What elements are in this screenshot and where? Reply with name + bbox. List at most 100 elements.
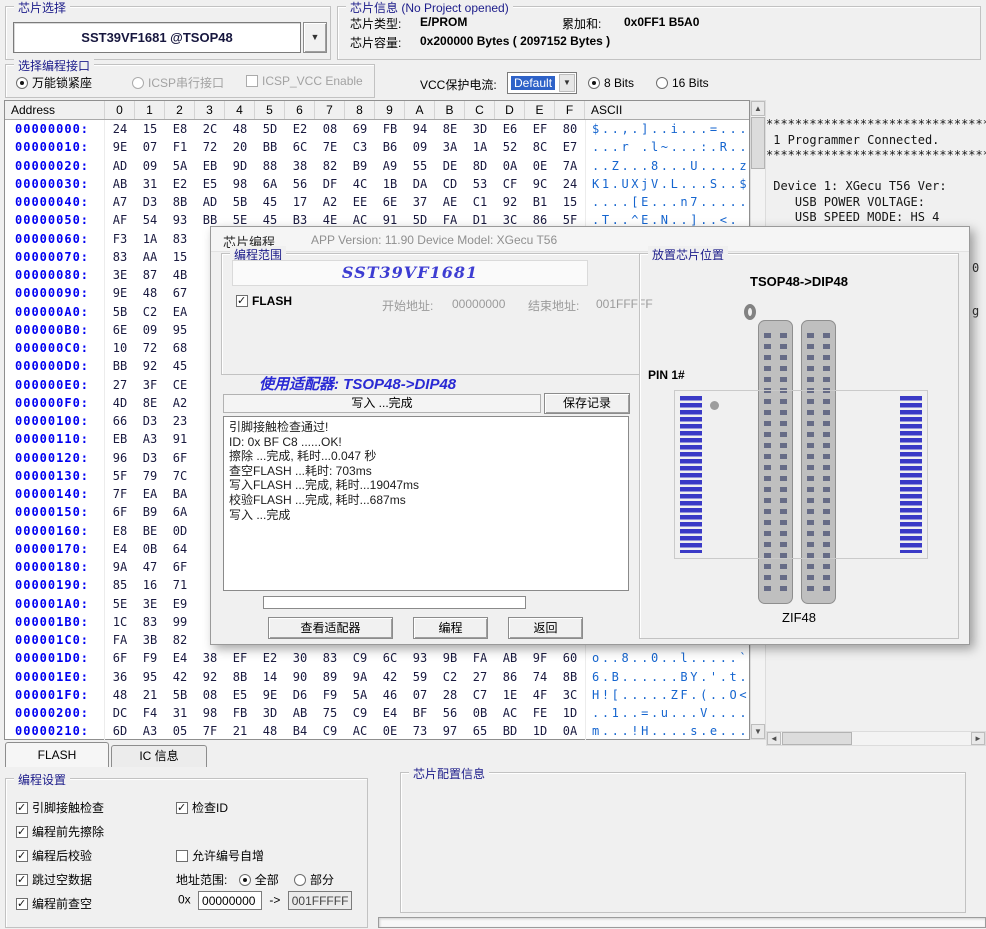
hex-byte-cell[interactable]: 6D xyxy=(105,722,135,740)
hex-byte-cell[interactable]: 3B xyxy=(135,631,165,649)
range-end-input[interactable] xyxy=(288,891,352,910)
hex-byte-cell[interactable]: CF xyxy=(495,175,525,193)
hex-byte-cell[interactable]: 4C xyxy=(345,175,375,193)
hex-byte-cell[interactable]: 69 xyxy=(345,120,375,138)
setting-checkbox[interactable]: 编程后校验 xyxy=(16,847,92,864)
hex-byte-cell[interactable]: A9 xyxy=(375,157,405,175)
hex-byte-cell[interactable]: 15 xyxy=(135,120,165,138)
hex-byte-cell[interactable]: 83 xyxy=(315,649,345,667)
hex-byte-cell[interactable]: C3 xyxy=(345,138,375,156)
hex-byte-cell[interactable]: 3D xyxy=(465,120,495,138)
hex-byte-cell[interactable]: 72 xyxy=(135,339,165,357)
setting-checkbox[interactable]: 跳过空数据 xyxy=(16,871,92,888)
scroll-right-button[interactable]: ► xyxy=(971,732,985,745)
hex-byte-cell[interactable]: 28 xyxy=(435,686,465,704)
hex-byte-cell[interactable]: 07 xyxy=(135,138,165,156)
hex-byte-cell[interactable]: AB xyxy=(495,649,525,667)
hex-byte-cell[interactable]: 98 xyxy=(225,175,255,193)
hex-byte-cell[interactable]: 80 xyxy=(555,120,585,138)
hex-byte-cell[interactable]: 15 xyxy=(165,248,195,266)
hex-byte-cell[interactable]: 75 xyxy=(315,704,345,722)
hex-byte-cell[interactable]: E4 xyxy=(165,649,195,667)
setting-checkbox[interactable]: 检查ID xyxy=(176,799,228,816)
hex-byte-cell[interactable]: 74 xyxy=(525,668,555,686)
hex-byte-cell[interactable]: E2 xyxy=(255,649,285,667)
chevron-down-icon[interactable]: ▼ xyxy=(559,74,575,92)
hex-byte-cell[interactable]: 52 xyxy=(495,138,525,156)
hex-byte-cell[interactable]: 8C xyxy=(525,138,555,156)
hex-byte-cell[interactable]: EF xyxy=(525,120,555,138)
hex-byte-cell[interactable]: 6A xyxy=(255,175,285,193)
hex-byte-cell[interactable]: AC xyxy=(495,704,525,722)
hex-byte-cell[interactable]: 20 xyxy=(225,138,255,156)
hex-byte-cell[interactable]: D3 xyxy=(135,193,165,211)
hex-byte-cell[interactable]: 1C xyxy=(105,613,135,631)
hex-byte-cell[interactable]: 0E xyxy=(525,157,555,175)
hex-byte-cell[interactable]: FB xyxy=(375,120,405,138)
hex-byte-cell[interactable]: 7A xyxy=(555,157,585,175)
checkbox-flash[interactable]: FLASH xyxy=(236,294,292,308)
hex-byte-cell[interactable]: 92 xyxy=(195,668,225,686)
setting-checkbox[interactable]: 引脚接触检查 xyxy=(16,799,104,816)
hex-byte-cell[interactable]: 48 xyxy=(105,686,135,704)
hex-byte-cell[interactable]: 09 xyxy=(405,138,435,156)
tab-ic-info[interactable]: IC 信息 xyxy=(111,745,207,767)
hex-byte-cell[interactable]: FA xyxy=(465,649,495,667)
hex-byte-cell[interactable]: 0A xyxy=(495,157,525,175)
hex-byte-cell[interactable]: A7 xyxy=(105,193,135,211)
hex-byte-cell[interactable]: E5 xyxy=(195,175,225,193)
hex-byte-cell[interactable]: 4B xyxy=(165,266,195,284)
hex-byte-cell[interactable]: 23 xyxy=(165,412,195,430)
hex-byte-cell[interactable]: 10 xyxy=(105,339,135,357)
hex-row[interactable]: 00000030:AB31E2E5986A56DF4C1BDACD53CF9C2… xyxy=(5,175,749,193)
hex-byte-cell[interactable]: D6 xyxy=(285,686,315,704)
hex-byte-cell[interactable]: 38 xyxy=(285,157,315,175)
hex-byte-cell[interactable]: B1 xyxy=(525,193,555,211)
hex-byte-cell[interactable]: 24 xyxy=(105,120,135,138)
program-button[interactable]: 编程 xyxy=(413,617,488,639)
hex-byte-cell[interactable]: 07 xyxy=(405,686,435,704)
scroll-up-button[interactable]: ▲ xyxy=(751,101,765,116)
scrollbar-thumb[interactable] xyxy=(782,732,852,745)
hex-byte-cell[interactable]: 48 xyxy=(255,722,285,740)
hex-byte-cell[interactable]: 1D xyxy=(555,704,585,722)
hex-byte-cell[interactable]: 92 xyxy=(495,193,525,211)
hex-byte-cell[interactable]: 1A xyxy=(135,230,165,248)
hex-row[interactable]: 000001D0:6FF9E438EFE23083C96C939BFAAB9F6… xyxy=(5,649,749,667)
hex-byte-cell[interactable]: 31 xyxy=(165,704,195,722)
scroll-down-button[interactable]: ▼ xyxy=(751,724,765,739)
hex-byte-cell[interactable]: 9A xyxy=(105,558,135,576)
hex-byte-cell[interactable]: AF xyxy=(105,211,135,229)
hex-byte-cell[interactable]: 48 xyxy=(225,120,255,138)
hex-byte-cell[interactable]: D3 xyxy=(135,449,165,467)
bottom-scrollbar-track[interactable] xyxy=(378,917,986,928)
hex-byte-cell[interactable]: 3F xyxy=(135,376,165,394)
hex-byte-cell[interactable]: 66 xyxy=(105,412,135,430)
hex-byte-cell[interactable]: B4 xyxy=(285,722,315,740)
hex-byte-cell[interactable]: F4 xyxy=(135,704,165,722)
hex-row[interactable]: 000001F0:48215B08E59ED6F95A460728C71E4F3… xyxy=(5,686,749,704)
hex-byte-cell[interactable]: BD xyxy=(495,722,525,740)
hex-byte-cell[interactable]: 5A xyxy=(165,157,195,175)
hex-byte-cell[interactable]: DC xyxy=(105,704,135,722)
hex-byte-cell[interactable]: F9 xyxy=(315,686,345,704)
hex-byte-cell[interactable]: CE xyxy=(165,376,195,394)
hex-byte-cell[interactable]: AA xyxy=(135,248,165,266)
hex-byte-cell[interactable]: 09 xyxy=(135,321,165,339)
save-log-button[interactable]: 保存记录 xyxy=(544,393,630,414)
hex-byte-cell[interactable]: 93 xyxy=(165,211,195,229)
hex-byte-cell[interactable]: 6A xyxy=(165,503,195,521)
hex-byte-cell[interactable]: 5A xyxy=(345,686,375,704)
hex-byte-cell[interactable]: FA xyxy=(105,631,135,649)
hex-byte-cell[interactable]: 90 xyxy=(285,668,315,686)
hex-row[interactable]: 00000040:A7D38BAD5B4517A2EE6E37AEC192B11… xyxy=(5,193,749,211)
hex-byte-cell[interactable]: 65 xyxy=(465,722,495,740)
hex-byte-cell[interactable]: 87 xyxy=(135,266,165,284)
hex-byte-cell[interactable]: 8B xyxy=(555,668,585,686)
hex-byte-cell[interactable]: 21 xyxy=(225,722,255,740)
hex-byte-cell[interactable]: 7F xyxy=(195,722,225,740)
hex-byte-cell[interactable]: EB xyxy=(105,430,135,448)
hex-byte-cell[interactable]: EA xyxy=(135,485,165,503)
hex-byte-cell[interactable]: 0A xyxy=(555,722,585,740)
hex-byte-cell[interactable]: AD xyxy=(195,193,225,211)
